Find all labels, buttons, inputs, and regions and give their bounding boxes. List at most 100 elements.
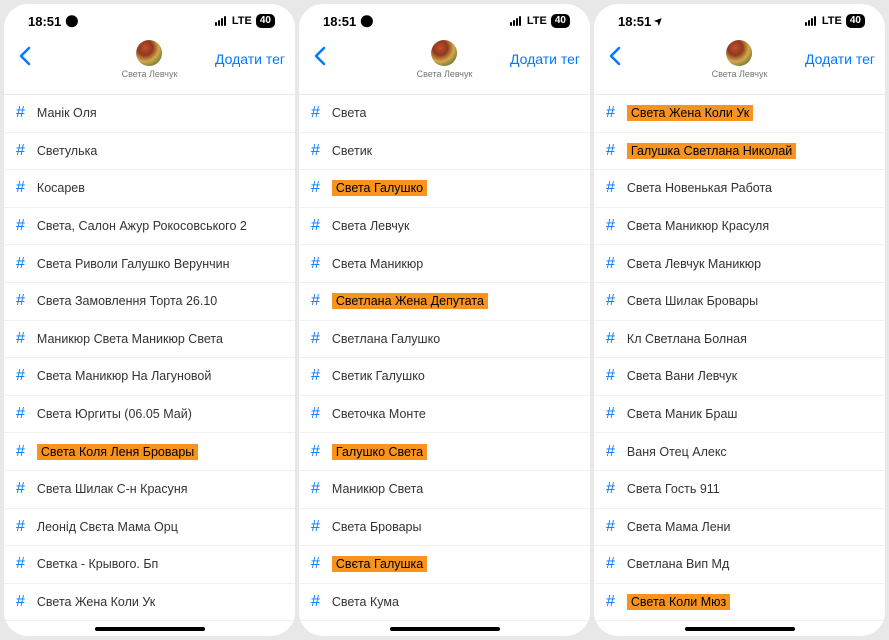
- add-tag-button[interactable]: Додати тег: [215, 51, 285, 67]
- hash-icon: #: [16, 330, 25, 348]
- list-item[interactable]: #Светик: [299, 133, 590, 171]
- list-item[interactable]: #Света, Салон Ажур Рокосовського 2: [4, 208, 295, 246]
- list-item[interactable]: # Свєта Галушка: [299, 546, 590, 584]
- hash-icon: #: [16, 367, 25, 385]
- list-item[interactable]: #Светлана Вип Мд: [594, 546, 885, 584]
- tag-label: Манік Оля: [37, 106, 97, 120]
- tag-label: Света Жена Коли Ук: [37, 595, 155, 609]
- list-item[interactable]: #Света Коля Леня Бровары: [4, 433, 295, 471]
- list-item[interactable]: #Света Левчук Маникюр: [594, 245, 885, 283]
- tag-list[interactable]: #Света#Светик#Света Галушко#Света Левчук…: [299, 94, 590, 636]
- status-bar: 18:51➤LTE40: [594, 4, 885, 38]
- network-label: LTE: [232, 15, 252, 27]
- tag-label: Света Гость 911: [627, 482, 720, 496]
- tag-label: Света Новенькая Работа: [627, 181, 772, 195]
- phone-screen: 18:51➤LTE40Света ЛевчукДодати тег#Света …: [594, 4, 885, 636]
- profile-header[interactable]: Света Левчук: [122, 40, 178, 79]
- list-item[interactable]: #Галушко Света: [299, 433, 590, 471]
- list-item[interactable]: #Света Маникюр: [299, 245, 590, 283]
- hash-icon: #: [311, 255, 320, 273]
- network-label: LTE: [527, 15, 547, 27]
- add-tag-button[interactable]: Додати тег: [510, 51, 580, 67]
- hash-icon: #: [606, 179, 615, 197]
- list-item[interactable]: #Света Кума: [299, 584, 590, 622]
- list-item[interactable]: # Светулька: [4, 133, 295, 171]
- tag-label: Света Шилак С-н Красуня: [37, 482, 188, 496]
- list-item[interactable]: #Света Вани Левчук: [594, 358, 885, 396]
- list-item[interactable]: #Света Маникюр Красуля: [594, 208, 885, 246]
- profile-name: Света Левчук: [122, 69, 178, 79]
- list-item[interactable]: #Светик Галушко: [299, 358, 590, 396]
- list-item[interactable]: #Леонід Свєта Мама Орц: [4, 509, 295, 547]
- tag-label: Галушка Светлана Николай: [627, 143, 796, 159]
- hash-icon: #: [606, 480, 615, 498]
- home-indicator[interactable]: [390, 627, 500, 631]
- tag-label: Светулька: [37, 144, 97, 158]
- hash-icon: #: [311, 104, 320, 122]
- list-item[interactable]: #Света: [299, 95, 590, 133]
- hash-icon: #: [16, 443, 25, 461]
- tag-label: Светка - Крывого. Бп: [37, 557, 158, 571]
- profile-header[interactable]: Света Левчук: [417, 40, 473, 79]
- tag-label: Света Маник Браш: [627, 407, 738, 421]
- list-item[interactable]: #Света Мама Лени: [594, 509, 885, 547]
- list-item[interactable]: #Света Коли Мюз: [594, 584, 885, 622]
- list-item[interactable]: #Света Риволи Галушко Верунчин: [4, 245, 295, 283]
- list-item[interactable]: #Галушка Светлана Николай: [594, 133, 885, 171]
- list-item[interactable]: #Светка - Крывого. Бп: [4, 546, 295, 584]
- hash-icon: #: [16, 142, 25, 160]
- list-item[interactable]: #Света Шилак С-н Красуня: [4, 471, 295, 509]
- back-button[interactable]: [309, 45, 331, 73]
- hash-icon: #: [311, 555, 320, 573]
- home-indicator[interactable]: [685, 627, 795, 631]
- list-item[interactable]: # Света Галушко: [299, 170, 590, 208]
- list-item[interactable]: #Косарев: [4, 170, 295, 208]
- list-item[interactable]: #Света Маник Браш: [594, 396, 885, 434]
- signal-icon: [510, 16, 521, 26]
- list-item[interactable]: #Света Замовлення Торта 26.10: [4, 283, 295, 321]
- hash-icon: #: [606, 255, 615, 273]
- list-item[interactable]: # Света Гость 911: [594, 471, 885, 509]
- list-item[interactable]: #Светочка Монте: [299, 396, 590, 434]
- list-item[interactable]: #Маникюр Света Маникюр Света: [4, 321, 295, 359]
- tag-label: Галушко Света: [332, 444, 427, 460]
- tag-list[interactable]: #Света Жена Коли Ук#Галушка Светлана Ник…: [594, 94, 885, 636]
- tag-label: Светочка Монте: [332, 407, 426, 421]
- list-item[interactable]: # Света Новенькая Работа: [594, 170, 885, 208]
- list-item[interactable]: #Света Жена Коли Ук: [594, 95, 885, 133]
- list-item[interactable]: #Света Шилак Бровары: [594, 283, 885, 321]
- tag-list[interactable]: #Манік Оля#Светулька#Косарев#Света, Сало…: [4, 94, 295, 636]
- network-label: LTE: [822, 15, 842, 27]
- back-button[interactable]: [604, 45, 626, 73]
- avatar: [431, 40, 457, 66]
- list-item[interactable]: #Света Левчук: [299, 208, 590, 246]
- back-button[interactable]: [14, 45, 36, 73]
- home-indicator[interactable]: [95, 627, 205, 631]
- profile-header[interactable]: Света Левчук: [712, 40, 768, 79]
- hash-icon: #: [606, 292, 615, 310]
- hash-icon: #: [311, 593, 320, 611]
- phone-screen: 18:51🔕LTE40Света ЛевчукДодати тег#Света#…: [299, 4, 590, 636]
- list-item[interactable]: #Кл Светлана Болная: [594, 321, 885, 359]
- hash-icon: #: [311, 179, 320, 197]
- add-tag-button[interactable]: Додати тег: [805, 51, 875, 67]
- list-item[interactable]: #Манік Оля: [4, 95, 295, 133]
- nav-bar: Света Левчук Додати тег: [299, 38, 590, 80]
- status-bar: 18:51🔕LTE40: [299, 4, 590, 38]
- list-item[interactable]: #Светлана Жена Депутата: [299, 283, 590, 321]
- hash-icon: #: [16, 518, 25, 536]
- tag-label: Света Левчук: [332, 219, 410, 233]
- list-item[interactable]: #Света Жена Коли Ук: [4, 584, 295, 622]
- list-item[interactable]: #Ваня Отец Алекс: [594, 433, 885, 471]
- hash-icon: #: [311, 330, 320, 348]
- tag-label: Свєта Галушка: [332, 556, 427, 572]
- tag-label: Света Галушко: [332, 180, 427, 196]
- list-item[interactable]: #Света Маникюр На Лагуновой: [4, 358, 295, 396]
- list-item[interactable]: #Света Юргиты (06.05 Май): [4, 396, 295, 434]
- list-item[interactable]: #Света Бровары: [299, 509, 590, 547]
- signal-icon: [805, 16, 816, 26]
- bell-slash-icon: 🔕: [360, 15, 374, 28]
- list-item[interactable]: #Маникюр Света: [299, 471, 590, 509]
- list-item[interactable]: #Светлана Галушко: [299, 321, 590, 359]
- status-time: 18:51: [323, 14, 356, 29]
